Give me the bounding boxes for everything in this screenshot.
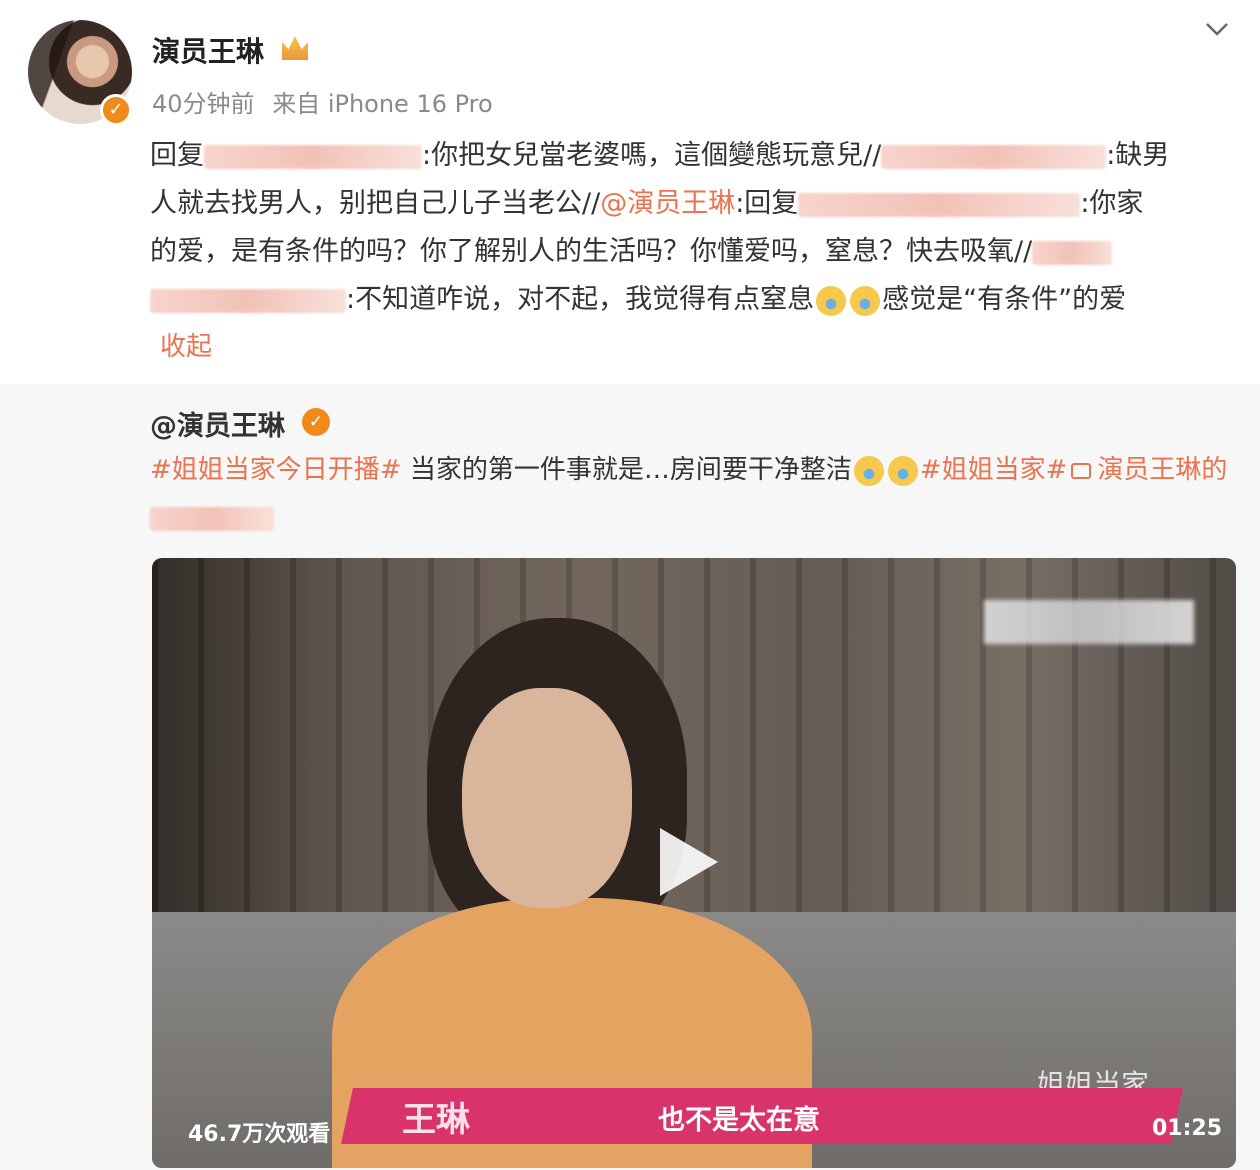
video-duration: 01:25: [1152, 1116, 1223, 1141]
repost-author[interactable]: @演员王琳: [150, 404, 285, 443]
verified-icon: ✓: [100, 94, 132, 126]
post-text: 回复 :你把女兒當老婆嗎，這個變態玩意兒// :缺男 人就去找男人，别把自己儿子当老…: [150, 132, 1240, 324]
text-segment: 的爱，是有条件的吗？你了解别人的生活吗？你懂爱吗，窒息？快去吸氧//: [150, 236, 1033, 267]
video-person-face: [462, 688, 632, 908]
subtitle-name: 王琳: [402, 1100, 470, 1140]
emoji-icon: [853, 455, 884, 486]
view-count: 46.7万次观看: [188, 1122, 331, 1147]
emoji-icon: [816, 285, 847, 316]
crown-icon: [282, 36, 308, 60]
post-source: 来自 iPhone 16 Pro: [272, 90, 493, 118]
emoji-icon: [887, 455, 918, 486]
topic-link[interactable]: #姐姐当家今日开播#: [150, 455, 402, 485]
mention-link[interactable]: @演员王琳: [600, 188, 735, 219]
collapse-button[interactable]: 收起: [160, 326, 212, 363]
text-segment: :不知道咋说，对不起，我觉得有点窒息: [346, 284, 815, 315]
post-meta: 40分钟前 来自 iPhone 16 Pro: [152, 84, 493, 119]
author-name[interactable]: 演员王琳: [152, 30, 264, 70]
play-icon[interactable]: [660, 828, 718, 896]
redacted-username: [798, 192, 1081, 217]
text-segment: :你把女兒當老婆嗎，這個變態玩意兒//: [422, 140, 882, 171]
text-segment: 感觉是“有条件”的爱: [882, 284, 1127, 315]
redacted-username: [881, 144, 1107, 169]
redacted-username: [1032, 240, 1113, 265]
text-segment: :缺男: [1106, 140, 1170, 171]
redacted-watermark: [984, 600, 1194, 644]
topic-link[interactable]: #姐姐当家#: [920, 455, 1068, 485]
video-player[interactable]: 姐姐当家 王琳 也不是太在意 46.7万次观看 01:25: [152, 558, 1236, 1168]
verified-icon: ✓: [302, 408, 330, 436]
subtitle-text: 也不是太在意: [658, 1105, 820, 1136]
redacted-text: [150, 506, 274, 531]
text-segment: :回复: [735, 188, 799, 219]
reply-label: 回复: [150, 140, 204, 171]
video-link-icon: [1071, 462, 1092, 479]
post-time: 40分钟前: [152, 90, 255, 118]
post-header: ✓ 演员王琳 40分钟前 来自 iPhone 16 Pro: [0, 0, 1260, 130]
redacted-username: [204, 144, 422, 169]
video-link[interactable]: 演员王琳的: [1097, 455, 1227, 485]
repost-text: #姐姐当家今日开播# 当家的第一件事就是…房间要干净整洁 #姐姐当家# 演员王琳的: [150, 446, 1230, 542]
chevron-down-icon[interactable]: [1204, 16, 1230, 42]
text-segment: :你家: [1080, 188, 1144, 219]
redacted-username: [150, 288, 346, 313]
emoji-icon: [850, 285, 881, 316]
text-segment: 人就去找男人，别把自己儿子当老公//: [150, 188, 601, 219]
text-segment: 当家的第一件事就是…房间要干净整洁: [401, 455, 852, 485]
